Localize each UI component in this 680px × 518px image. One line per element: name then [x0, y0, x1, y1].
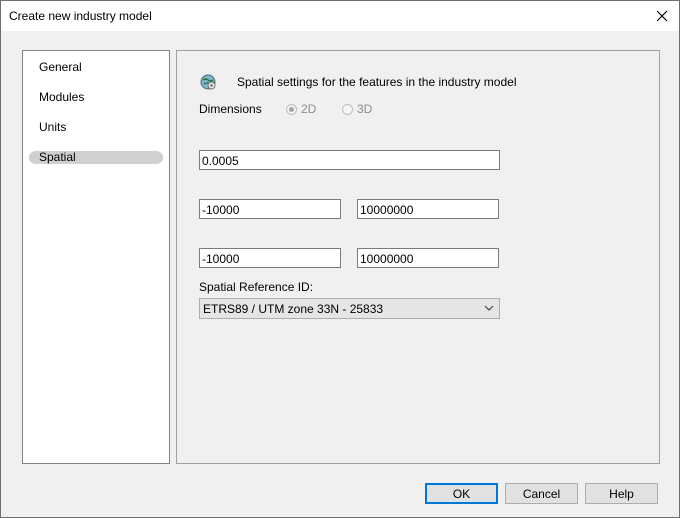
- radio-2d-label: 2D: [301, 102, 317, 116]
- srid-label: Spatial Reference ID:: [199, 280, 314, 294]
- chevron-down-icon: [484, 305, 494, 311]
- nav-item-label: Spatial: [39, 150, 76, 164]
- nav-item-units[interactable]: Units: [39, 120, 66, 134]
- globe-settings-icon: [200, 74, 216, 90]
- srid-selected-value: ETRS89 / UTM zone 33N - 25833: [203, 302, 384, 316]
- x-max-input[interactable]: [357, 199, 499, 219]
- y-max-input[interactable]: [357, 248, 499, 268]
- window-title: Create new industry model: [9, 9, 152, 23]
- ok-button[interactable]: OK: [425, 483, 498, 504]
- close-button[interactable]: [645, 1, 679, 31]
- x-min-input[interactable]: [199, 199, 341, 219]
- nav-item-general[interactable]: General: [39, 60, 82, 74]
- radio-3d[interactable]: 3D: [342, 102, 372, 116]
- cancel-button[interactable]: Cancel: [505, 483, 578, 504]
- nav-item-label: Modules: [39, 90, 85, 104]
- help-button[interactable]: Help: [585, 483, 658, 504]
- radio-circle: [286, 103, 297, 115]
- nav-item-label: General: [39, 60, 82, 74]
- srid-select[interactable]: ETRS89 / UTM zone 33N - 25833: [199, 298, 500, 319]
- close-icon: [656, 10, 668, 22]
- dimensions-label: Dimensions: [199, 102, 262, 116]
- navigation-list: General Modules Units Spatial: [22, 50, 170, 464]
- nav-item-spatial[interactable]: Spatial: [29, 151, 163, 164]
- spatial-settings-panel: Spatial settings for the features in the…: [176, 50, 660, 464]
- radio-3d-label: 3D: [357, 102, 373, 116]
- nav-item-modules[interactable]: Modules: [39, 90, 84, 104]
- radio-2d[interactable]: 2D: [286, 102, 316, 116]
- dialog-window: Create new industry model General Module…: [0, 0, 680, 518]
- title-bar: Create new industry model: [1, 1, 679, 31]
- nav-item-label: Units: [39, 120, 67, 134]
- tolerance-input[interactable]: [199, 150, 500, 170]
- radio-circle: [342, 103, 353, 115]
- y-min-input[interactable]: [199, 248, 341, 268]
- panel-header: Spatial settings for the features in the…: [237, 75, 517, 89]
